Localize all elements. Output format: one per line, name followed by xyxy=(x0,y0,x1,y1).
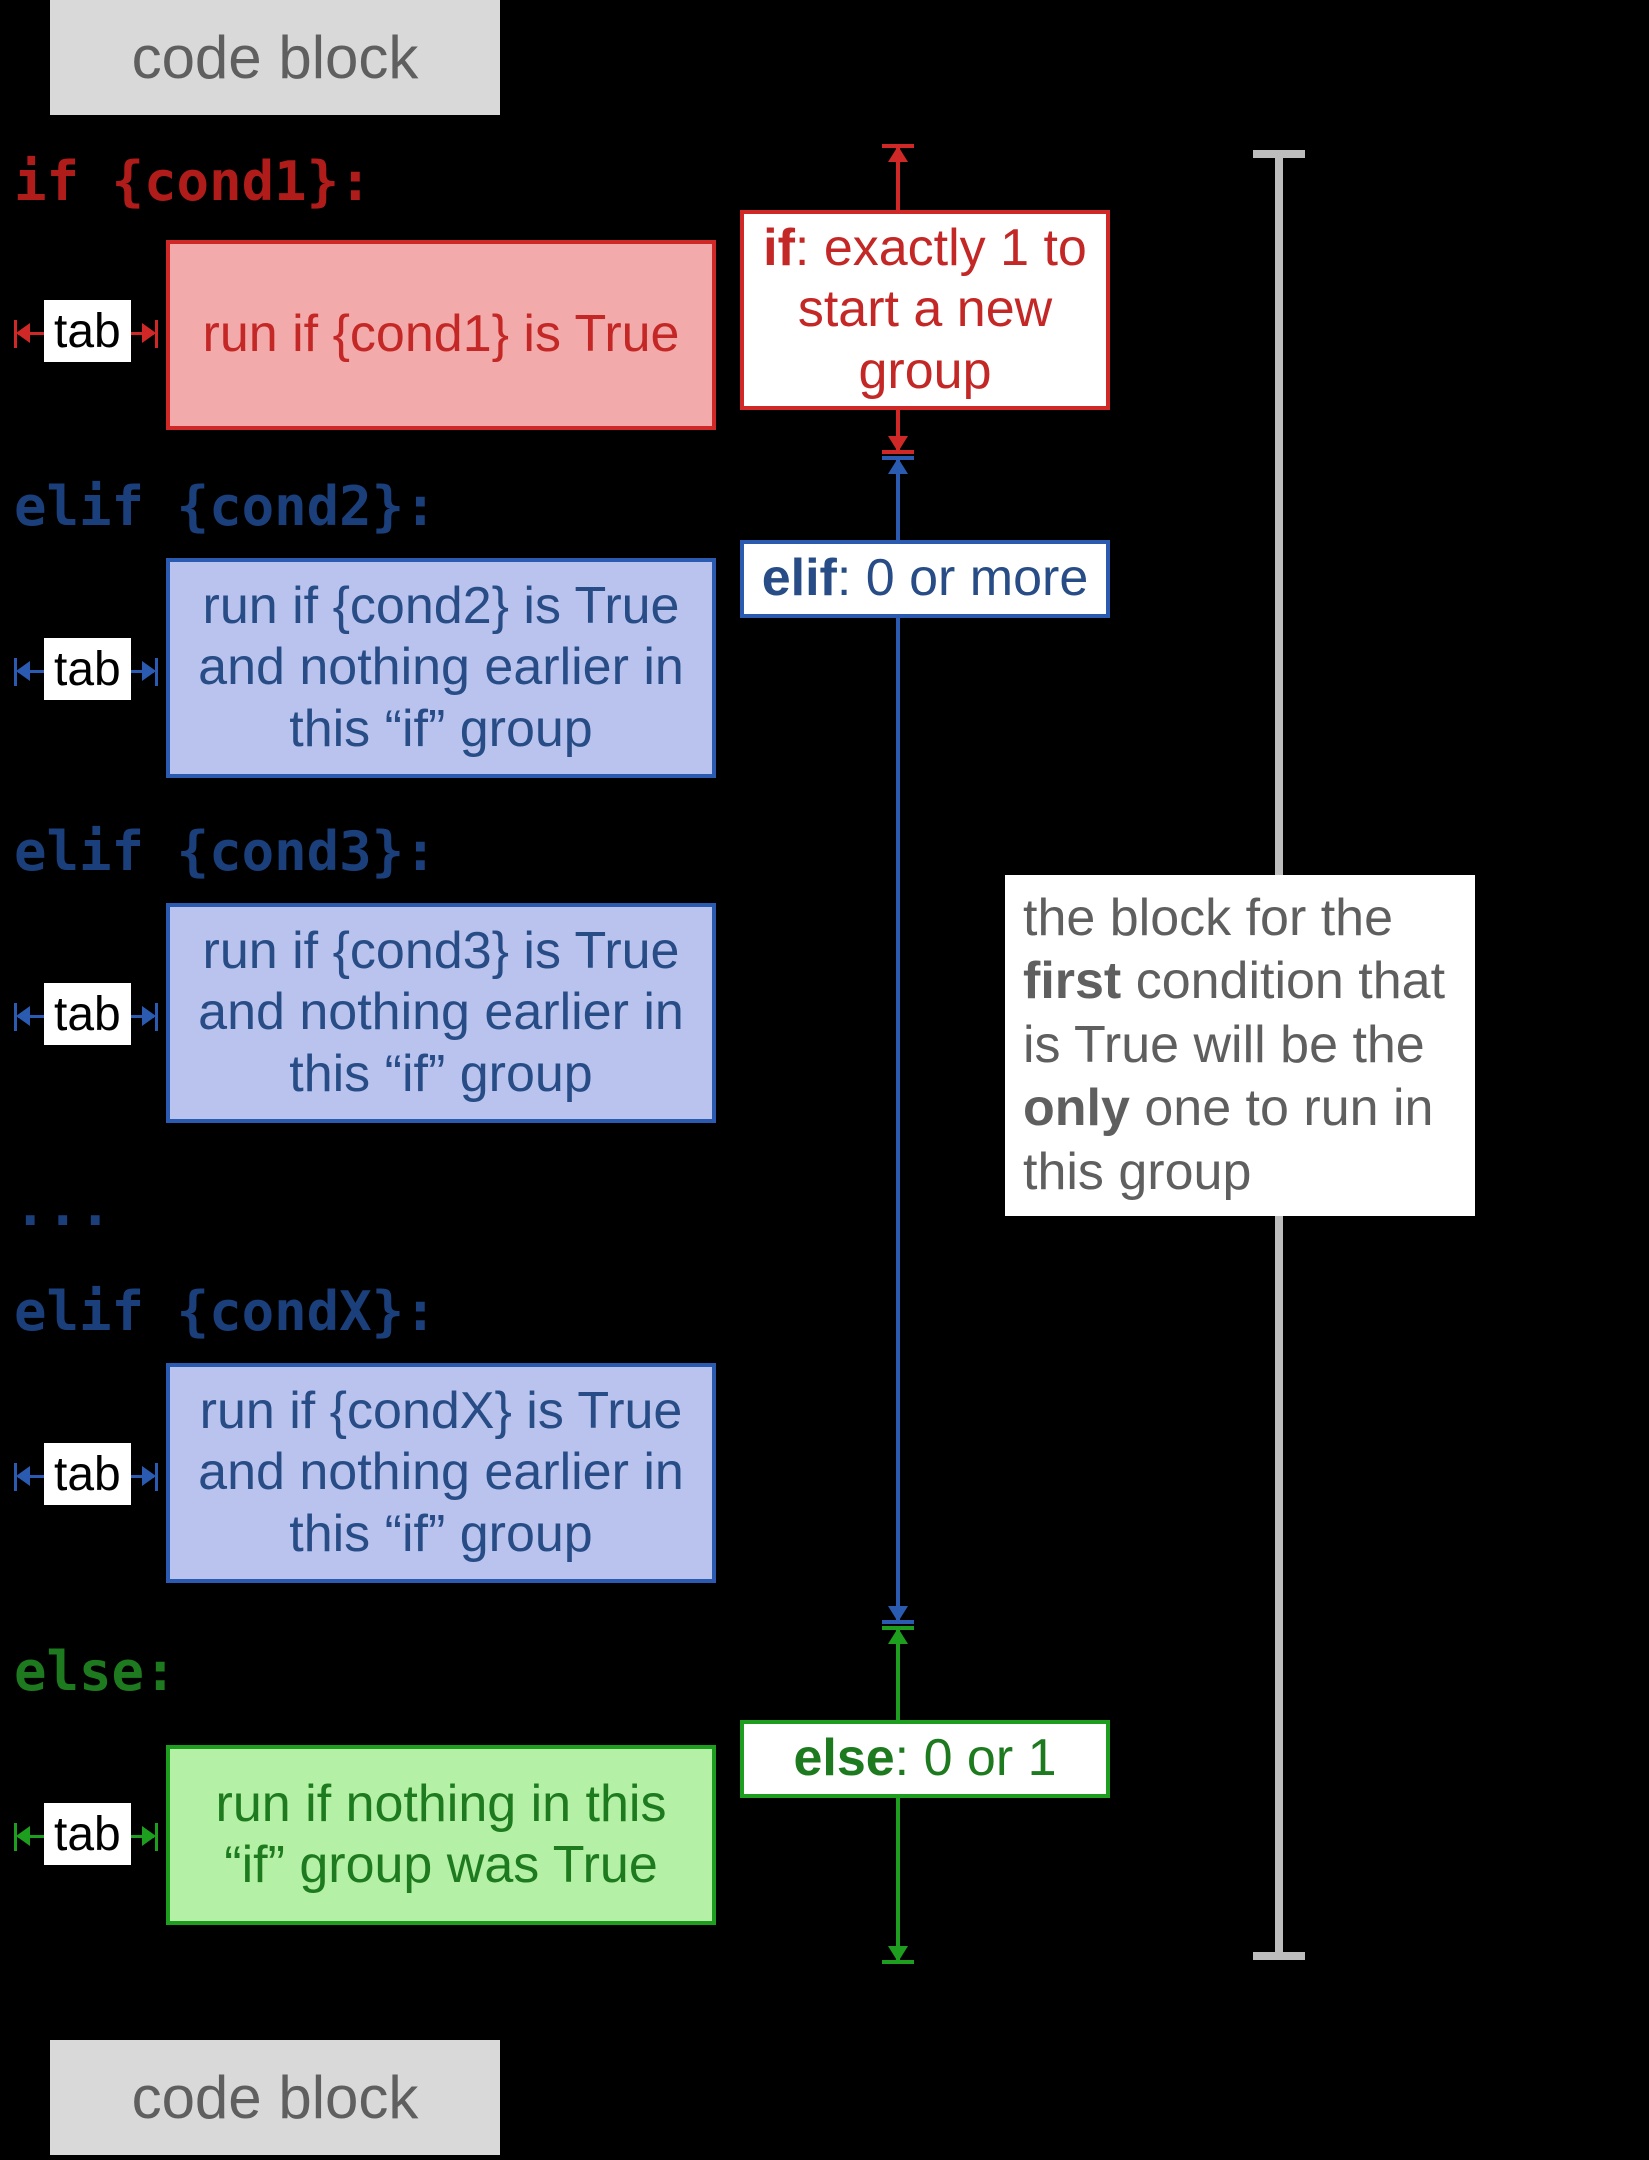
annotation-elif-keyword: elif xyxy=(762,549,837,607)
overall-annotation: the block for the first condition that i… xyxy=(1005,875,1475,1216)
run-box-else: run if nothing in this “if” group was Tr… xyxy=(166,1745,716,1925)
tab-badge-elif-1: tab xyxy=(44,638,131,700)
code-elif-2: elif {cond3}: xyxy=(14,820,437,883)
run-box-elif-1: run if {cond2} is True and nothing earli… xyxy=(166,558,716,778)
annotation-else: else: 0 or 1 xyxy=(740,1720,1110,1798)
overall-bold-2: only xyxy=(1023,1079,1130,1137)
tab-badge-elif-x: tab xyxy=(44,1443,131,1505)
overall-text-1: the block for the xyxy=(1023,889,1393,947)
tab-badge-elif-2: tab xyxy=(44,983,131,1045)
run-box-elif-2: run if {cond3} is True and nothing earli… xyxy=(166,903,716,1123)
annotation-else-keyword: else xyxy=(793,1729,894,1787)
code-block-label-top: code block xyxy=(50,0,500,115)
code-ellipsis: ... xyxy=(14,1175,112,1238)
overall-bold-1: first xyxy=(1023,952,1121,1010)
code-if: if {cond1}: xyxy=(14,150,372,213)
code-block-label-bottom: code block xyxy=(50,2040,500,2155)
code-elif-1: elif {cond2}: xyxy=(14,475,437,538)
annotation-if: if: exactly 1 to start a new group xyxy=(740,210,1110,410)
annotation-elif: elif: 0 or more xyxy=(740,540,1110,618)
run-box-if: run if {cond1} is True xyxy=(166,240,716,430)
annotation-if-text: : exactly 1 to start a new group xyxy=(795,219,1087,400)
annotation-else-text: : 0 or 1 xyxy=(895,1729,1057,1787)
annotation-elif-text: : 0 or more xyxy=(837,549,1088,607)
code-else: else: xyxy=(14,1640,177,1703)
annotation-if-keyword: if xyxy=(763,219,795,277)
tab-badge-if: tab xyxy=(44,300,131,362)
code-elif-x: elif {condX}: xyxy=(14,1280,437,1343)
tab-badge-else: tab xyxy=(44,1803,131,1865)
run-box-elif-x: run if {condX} is True and nothing earli… xyxy=(166,1363,716,1583)
range-arrow-elif xyxy=(896,460,900,1620)
